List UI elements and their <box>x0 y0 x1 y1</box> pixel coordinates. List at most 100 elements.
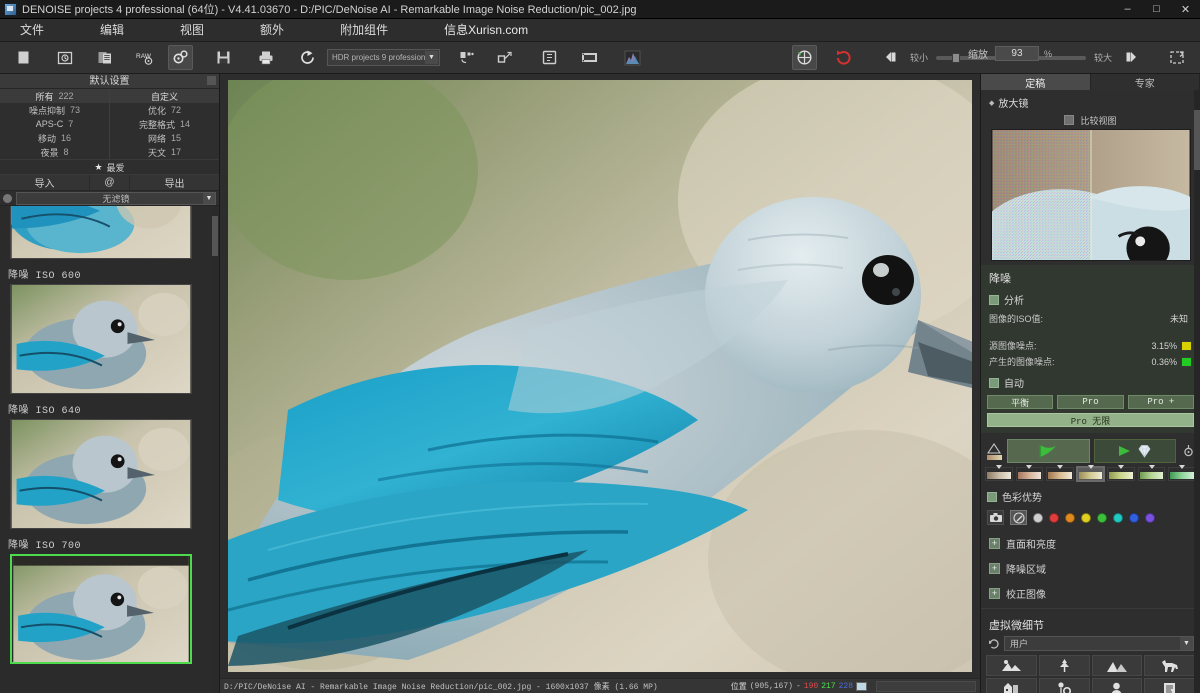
color-dot-cyan[interactable] <box>1113 512 1123 523</box>
preset-cat-all[interactable]: 所有 222 <box>0 89 109 103</box>
preset-cat-mobile[interactable]: 移动 16 <box>0 131 109 145</box>
compare-view-checkbox[interactable] <box>1064 115 1075 125</box>
right-panel-scrollbar[interactable] <box>1194 90 1200 693</box>
analysis-row[interactable]: 分析 <box>989 292 1194 307</box>
eyedropper-icon[interactable] <box>1010 510 1027 525</box>
camera-icon[interactable] <box>987 510 1004 525</box>
color-dot-white[interactable] <box>1033 512 1043 523</box>
preset-thumb-wrap[interactable] <box>10 206 197 259</box>
preset-thumbnail[interactable] <box>10 284 192 394</box>
swatch-3[interactable] <box>1046 465 1074 481</box>
animal-icon[interactable] <box>1144 655 1195 676</box>
preset-cat-astro[interactable]: 天文 17 <box>110 145 219 159</box>
refresh-icon[interactable] <box>987 637 1000 650</box>
compare-view-icon[interactable] <box>537 45 562 70</box>
color-dot-purple[interactable] <box>1145 512 1155 523</box>
at-button[interactable]: @ <box>90 175 130 190</box>
swatch-6[interactable] <box>1137 465 1166 481</box>
virtual-detail-combo[interactable]: 用户 ▼ <box>1004 636 1194 651</box>
batch-copy-icon[interactable] <box>92 45 117 70</box>
swatch-4-selected[interactable] <box>1075 465 1106 482</box>
expand-icon[interactable]: + <box>989 588 1000 599</box>
list-item[interactable]: 降噪 ISO 640 <box>0 398 219 533</box>
fit-to-screen-icon[interactable] <box>1164 45 1189 70</box>
collapse-contrast-brightness[interactable]: + 直面和亮度 <box>981 531 1200 556</box>
preset-thumbnail[interactable] <box>10 419 192 529</box>
menu-file[interactable]: 文件 <box>14 19 50 42</box>
zoom-out-icon[interactable] <box>878 45 903 70</box>
mode-diamond-button[interactable] <box>1093 439 1176 463</box>
color-dominance-row[interactable]: 色彩优势 <box>987 489 1194 504</box>
preset-cat-night[interactable]: 夜景 8 <box>0 145 109 159</box>
color-dot-green[interactable] <box>1097 512 1107 523</box>
mountain-icon[interactable] <box>1091 655 1143 676</box>
chevron-down-icon[interactable]: ▼ <box>1180 637 1193 650</box>
collapse-correct-image[interactable]: + 校正图像 <box>981 581 1200 606</box>
chevron-down-icon[interactable]: ▼ <box>425 51 438 64</box>
main-image[interactable] <box>228 80 972 672</box>
minimize-button[interactable]: – <box>1113 0 1142 19</box>
swatch-1[interactable] <box>985 465 1013 481</box>
raw-icon[interactable]: RAW <box>132 45 157 70</box>
document-icon[interactable] <box>1144 678 1195 693</box>
settings-gears-icon[interactable] <box>168 45 193 70</box>
preset-thumbnail[interactable] <box>10 206 192 259</box>
zoom-value[interactable]: 93 <box>994 46 1039 61</box>
preset-cat-web[interactable]: 网络 15 <box>110 131 219 145</box>
menu-info[interactable]: 信息Xurisn.com <box>438 19 534 42</box>
preset-list-scrollbar[interactable] <box>212 206 218 693</box>
search-icon[interactable] <box>3 193 12 203</box>
preset-thumbnail-selected[interactable] <box>10 554 192 664</box>
menu-extra[interactable]: 额外 <box>254 19 290 42</box>
landscape-icon[interactable] <box>986 655 1037 676</box>
portrait-icon[interactable] <box>1091 678 1143 693</box>
list-item[interactable] <box>0 206 219 263</box>
auto-adjust-icon[interactable] <box>791 45 817 70</box>
expand-icon[interactable]: + <box>989 538 1000 549</box>
architecture-icon[interactable] <box>986 678 1037 693</box>
filter-combo[interactable]: 无滤镜 ▼ <box>16 191 216 205</box>
preset-list[interactable]: 降噪 ISO 600 降噪 ISO 640 降噪 ISO 700 <box>0 206 219 693</box>
preset-thumb-wrap[interactable] <box>10 554 197 664</box>
zoom-slider-knob[interactable] <box>951 52 960 63</box>
new-document-icon[interactable] <box>11 45 36 70</box>
color-dominance-checkbox[interactable] <box>987 491 997 502</box>
preset-thumb-wrap[interactable] <box>10 419 197 529</box>
pin-icon[interactable] <box>207 76 216 85</box>
color-dot-blue[interactable] <box>1129 512 1139 523</box>
swatch-5[interactable] <box>1107 465 1135 481</box>
zoom-in-icon[interactable] <box>1119 45 1144 70</box>
scrollbar-thumb[interactable] <box>1194 110 1200 170</box>
expand-icon[interactable]: + <box>989 563 1000 574</box>
color-dot-orange[interactable] <box>1065 512 1075 523</box>
menu-view[interactable]: 视图 <box>174 19 210 42</box>
pro-unlimited-button[interactable]: Pro 无限 <box>987 413 1194 427</box>
plant-icon[interactable] <box>1038 655 1090 676</box>
rotate-refresh-icon[interactable] <box>831 45 856 70</box>
import-button[interactable]: 导入 <box>0 175 90 190</box>
swatch-7[interactable] <box>1168 465 1197 481</box>
save-icon[interactable] <box>211 45 236 70</box>
tab-final[interactable]: 定稿 <box>981 74 1091 90</box>
mode-flag-button[interactable] <box>1007 439 1090 463</box>
balanced-button[interactable]: 平衡 <box>987 395 1054 409</box>
image-canvas[interactable] <box>220 74 980 678</box>
menu-edit[interactable]: 编辑 <box>94 19 130 42</box>
preset-cat-fullframe[interactable]: 完整格式 14 <box>110 117 219 131</box>
magnifier-preview[interactable] <box>990 129 1191 261</box>
color-dot-yellow[interactable] <box>1081 512 1091 523</box>
analysis-checkbox[interactable] <box>989 294 999 305</box>
preset-cat-custom[interactable]: 自定义 <box>110 89 219 103</box>
histogram-small-icon[interactable] <box>985 440 1003 462</box>
pro-button[interactable]: Pro <box>1057 395 1124 409</box>
preset-cat-noise[interactable]: 噪点抑制 73 <box>0 103 109 117</box>
menu-addons[interactable]: 附加组件 <box>334 19 394 42</box>
maximize-button[interactable]: □ <box>1142 0 1171 19</box>
swatch-2[interactable] <box>1015 465 1044 481</box>
branch-icon[interactable] <box>492 45 517 70</box>
collapse-denoise-area[interactable]: + 降噪区域 <box>981 556 1200 581</box>
color-dominance-header[interactable]: 色彩优势 <box>981 485 1200 506</box>
favorites-row[interactable]: ★ 最爱 <box>0 160 219 175</box>
tab-expert[interactable]: 专家 <box>1090 74 1200 90</box>
list-item[interactable]: 降噪 ISO 600 <box>0 263 219 398</box>
